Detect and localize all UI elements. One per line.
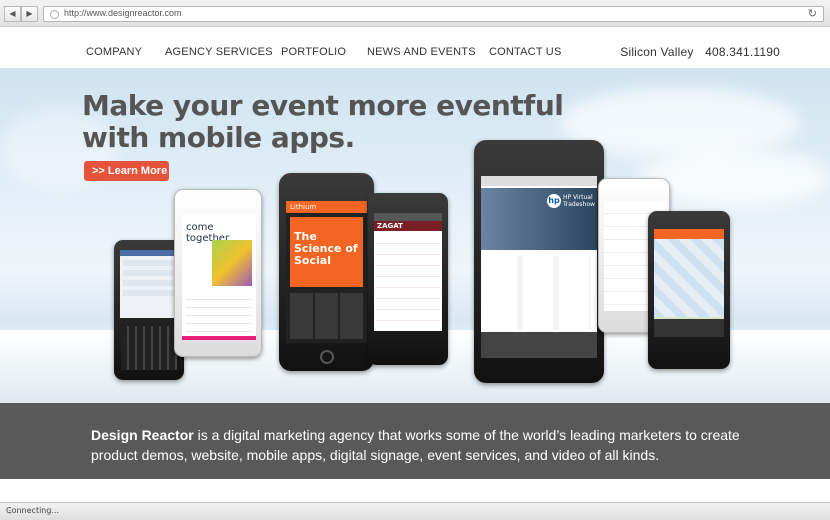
nav-portfolio[interactable]: PORTFOLIO [281, 46, 346, 58]
phone-number[interactable]: 408.341.1190 [705, 45, 780, 59]
hp-footer-bar [481, 332, 597, 358]
resize-grip-icon[interactable]: ⋮ [6, 506, 827, 518]
screen-bar [120, 250, 178, 256]
screen-bar [654, 229, 724, 239]
hero-banner: Make your event more eventful with mobil… [0, 68, 830, 404]
forward-arrow-icon[interactable]: ▶ [21, 6, 38, 22]
map-view [654, 239, 724, 317]
phone-science-of-social: Lithium The Science of Social [279, 173, 374, 371]
page-status-icon [50, 10, 59, 19]
contact-info: Silicon Valley 408.341.1190 [620, 45, 780, 59]
hp-virtual-tradeshow-title: HP Virtual Tradeshow [563, 194, 595, 208]
back-arrow-icon[interactable]: ◀ [4, 6, 21, 22]
nav-company[interactable]: COMPANY [86, 46, 142, 58]
phone-hp-tradeshow: hp HP Virtual Tradeshow [474, 140, 604, 383]
hp-hero-image: hp HP Virtual Tradeshow [481, 188, 597, 250]
phone-screen [120, 250, 178, 318]
screen-row [123, 280, 175, 286]
zagat-logo: ZAGAT [374, 221, 442, 231]
reload-icon[interactable]: ↻ [808, 7, 817, 20]
phone-screen [654, 229, 724, 337]
phone-screen: ZAGAT [374, 213, 442, 331]
browser-status-bar: Connecting... ⋮ [0, 502, 830, 520]
screen-row [123, 270, 175, 276]
brand-name: Design Reactor [91, 427, 194, 443]
screen-search [481, 176, 597, 186]
address-url[interactable]: http://www.designreactor.com [64, 8, 182, 18]
location-label: Silicon Valley [620, 45, 694, 59]
phone-come-together: come together [174, 189, 262, 357]
phone-zagat: ZAGAT [368, 193, 448, 365]
nav-news-and-events[interactable]: NEWS AND EVENTS [367, 46, 476, 58]
about-band: Design Reactor is a digital marketing ag… [0, 403, 830, 479]
about-text: Design Reactor is a digital marketing ag… [91, 425, 751, 465]
phone-artwork [212, 240, 252, 286]
phone-list [186, 292, 252, 332]
nav-contact-us[interactable]: CONTACT US [489, 46, 562, 58]
lithium-bar: Lithium [286, 201, 367, 213]
nav-agency-services[interactable]: AGENCY SERVICES [165, 46, 273, 58]
learn-more-button[interactable]: >> Learn More [84, 161, 169, 181]
phone-screen: Lithium The Science of Social [286, 201, 367, 343]
hp-icon-grid [487, 256, 591, 330]
science-of-social-tile: The Science of Social [290, 217, 363, 287]
screen-bar [374, 213, 442, 221]
address-bar[interactable]: http://www.designreactor.com ↻ [43, 6, 824, 22]
headline-line-1: Make your event more eventful [82, 89, 564, 122]
phone-accent-bar [182, 336, 256, 340]
hp-logo: hp [547, 194, 561, 208]
home-button-icon [320, 350, 334, 364]
screen-row [123, 290, 175, 296]
phone-screen: hp HP Virtual Tradeshow [481, 176, 597, 358]
map-actions-bar [654, 319, 724, 337]
phone-keyboard-keys [121, 326, 177, 370]
browser-toolbar: ◀ ▶ http://www.designreactor.com ↻ [0, 0, 830, 27]
phone-icon-grid [290, 293, 363, 339]
zagat-list [376, 233, 440, 329]
phone-htc-map [648, 211, 730, 369]
phone-screen: come together [182, 214, 256, 340]
site-header: COMPANY AGENCY SERVICES PORTFOLIO NEWS A… [0, 28, 830, 68]
page-footer-space [0, 479, 830, 502]
screen-row [123, 260, 175, 266]
